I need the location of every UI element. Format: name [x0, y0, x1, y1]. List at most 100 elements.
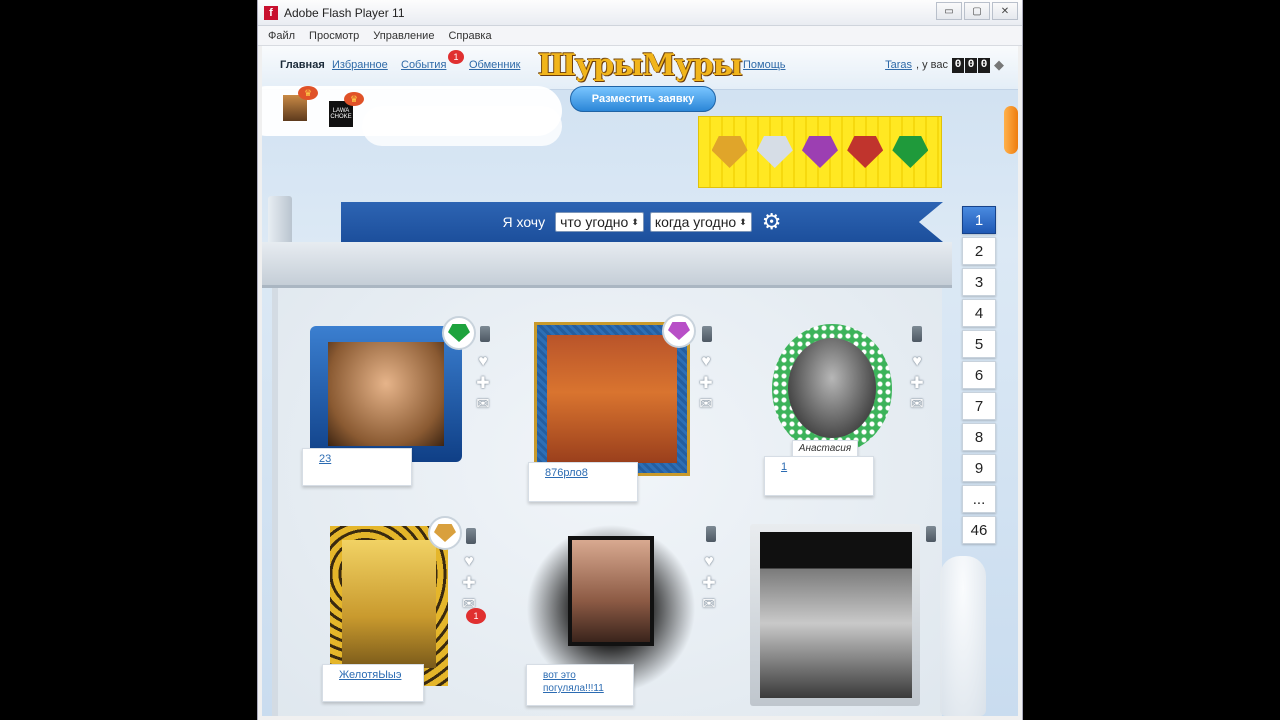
counter-digit: 0 [965, 57, 977, 73]
purple-gem-badge [662, 314, 696, 348]
close-button[interactable]: ✕ [992, 2, 1018, 20]
menu-help[interactable]: Справка [448, 30, 491, 42]
red-gem-icon[interactable] [847, 136, 884, 168]
mail-icon[interactable]: ✉ [906, 394, 928, 414]
profile-name-link[interactable]: 1 [781, 461, 787, 473]
nav-favorites[interactable]: Избранное [332, 59, 388, 71]
profile-photo-frame[interactable] [772, 324, 892, 454]
green-gem-icon[interactable] [892, 136, 929, 168]
title-bar[interactable]: f Adobe Flash Player 11 ▭ ▢ ✕ [258, 0, 1022, 26]
menu-file[interactable]: Файл [268, 30, 295, 42]
profile-photo[interactable] [547, 335, 677, 463]
search-filter-banner: Я хочу что угодно ⬍ когда угодно ⬍ ⚙ [341, 202, 943, 242]
profile-actions: ♥ ✚ ✉ [472, 352, 494, 414]
what-select[interactable]: что угодно ⬍ [555, 212, 644, 232]
mail-icon[interactable]: ✉ [695, 394, 717, 414]
window-controls: ▭ ▢ ✕ [936, 2, 1018, 20]
crown-icon: ♛ [298, 86, 318, 100]
maximize-button[interactable]: ▢ [964, 2, 990, 20]
minimize-button[interactable]: ▭ [936, 2, 962, 20]
nav-home[interactable]: Главная [280, 59, 325, 71]
page-7-button[interactable]: 7 [962, 392, 996, 420]
profile-name-card: 876рло8 [528, 462, 638, 502]
flash-logo-icon: f [264, 5, 278, 20]
gem-shop-panel[interactable] [698, 116, 942, 188]
username-link[interactable]: Taras [885, 59, 912, 71]
heart-icon[interactable]: ♥ [458, 552, 480, 572]
nav-events[interactable]: События [401, 59, 446, 71]
menu-control[interactable]: Управление [373, 30, 434, 42]
gear-icon[interactable]: ⚙ [762, 209, 782, 235]
events-count-badge: 1 [448, 50, 464, 64]
mail-icon[interactable]: ✉ [698, 594, 720, 614]
page-4-button[interactable]: 4 [962, 299, 996, 327]
plus-icon[interactable]: ✚ [906, 373, 928, 393]
profile-photo[interactable] [342, 540, 436, 668]
page-9-button[interactable]: 9 [962, 454, 996, 482]
window-title: Adobe Flash Player 11 [284, 5, 405, 20]
profile-photo[interactable] [788, 338, 876, 438]
profile-name-card: 1 [764, 456, 874, 496]
page-8-button[interactable]: 8 [962, 423, 996, 451]
pagination: 1 2 3 4 5 6 7 8 9 ... 46 [962, 206, 998, 544]
profile-actions: ♥ ✚ ✉ [698, 552, 720, 614]
scrollbar-handle[interactable] [1004, 106, 1018, 154]
white-diamond-icon[interactable] [756, 136, 793, 168]
profile-photo-frame[interactable] [750, 524, 920, 706]
page-1-button[interactable]: 1 [962, 206, 996, 234]
page-5-button[interactable]: 5 [962, 330, 996, 358]
profile-name-link[interactable]: 876рло8 [545, 467, 588, 479]
menu-view[interactable]: Просмотр [309, 30, 359, 42]
purple-gem-icon[interactable] [801, 136, 838, 168]
profile-name-link[interactable]: вот это погуляла!!!11 [543, 670, 604, 694]
message-count-badge: 1 [466, 608, 486, 624]
heart-icon[interactable]: ♥ [695, 352, 717, 372]
heart-icon[interactable]: ♥ [472, 352, 494, 372]
profile-photo-frame[interactable] [330, 526, 448, 686]
page-46-button[interactable]: 46 [962, 516, 996, 544]
site-nav: Главная Избранное События 1 Обменник Шур… [262, 46, 1018, 90]
heart-icon[interactable]: ♥ [698, 552, 720, 572]
page-ellipsis[interactable]: ... [962, 485, 996, 513]
plus-icon[interactable]: ✚ [458, 573, 480, 593]
plus-icon[interactable]: ✚ [472, 373, 494, 393]
profile-photo[interactable] [568, 536, 654, 646]
heart-icon[interactable]: ♥ [906, 352, 928, 372]
page-2-button[interactable]: 2 [962, 237, 996, 265]
yellow-diamond-icon[interactable] [711, 136, 748, 168]
profile-photo-frame[interactable] [310, 326, 462, 462]
profile-name-link[interactable]: 23 [319, 453, 331, 465]
menu-bar: Файл Просмотр Управление Справка [258, 26, 1022, 46]
flash-player-window: f Adobe Flash Player 11 ▭ ▢ ✕ Файл Просм… [257, 0, 1023, 720]
purple-gem-icon [668, 322, 690, 340]
green-gem-badge [442, 316, 476, 350]
when-select-value: когда угодно [654, 214, 737, 230]
balance-counter: 0 0 0 [952, 57, 990, 73]
site-logo[interactable]: ШурыМуры [538, 48, 743, 90]
lantern-icon [912, 326, 922, 342]
user-suffix: , у вас [915, 59, 948, 71]
nav-exchange[interactable]: Обменник [469, 59, 520, 71]
profile-photo[interactable] [328, 342, 444, 446]
plus-icon[interactable]: ✚ [695, 373, 717, 393]
flash-stage: Главная Избранное События 1 Обменник Шур… [262, 46, 1018, 716]
crown-icon: ♛ [344, 92, 364, 106]
plus-icon[interactable]: ✚ [698, 573, 720, 593]
page-3-button[interactable]: 3 [962, 268, 996, 296]
post-request-button[interactable]: Разместить заявку [570, 86, 716, 112]
profile-actions: ♥ ✚ ✉ [906, 352, 928, 414]
mail-icon[interactable]: ✉ [472, 394, 494, 414]
nav-help[interactable]: Помощь [743, 59, 786, 71]
roof-cornice [262, 242, 952, 288]
counter-digit: 0 [952, 57, 964, 73]
gold-gem-badge [428, 516, 462, 550]
lantern-icon [466, 528, 476, 544]
gold-gem-icon [434, 524, 456, 542]
profile-actions: ♥ ✚ ✉ [695, 352, 717, 414]
when-select[interactable]: когда угодно ⬍ [649, 212, 752, 232]
profile-photo-frame[interactable] [534, 322, 690, 476]
profile-name-card: вот это погуляла!!!11 [526, 664, 634, 706]
profile-photo[interactable] [760, 532, 912, 698]
page-6-button[interactable]: 6 [962, 361, 996, 389]
profile-name-link[interactable]: ЖелотяЫыэ [339, 669, 401, 681]
